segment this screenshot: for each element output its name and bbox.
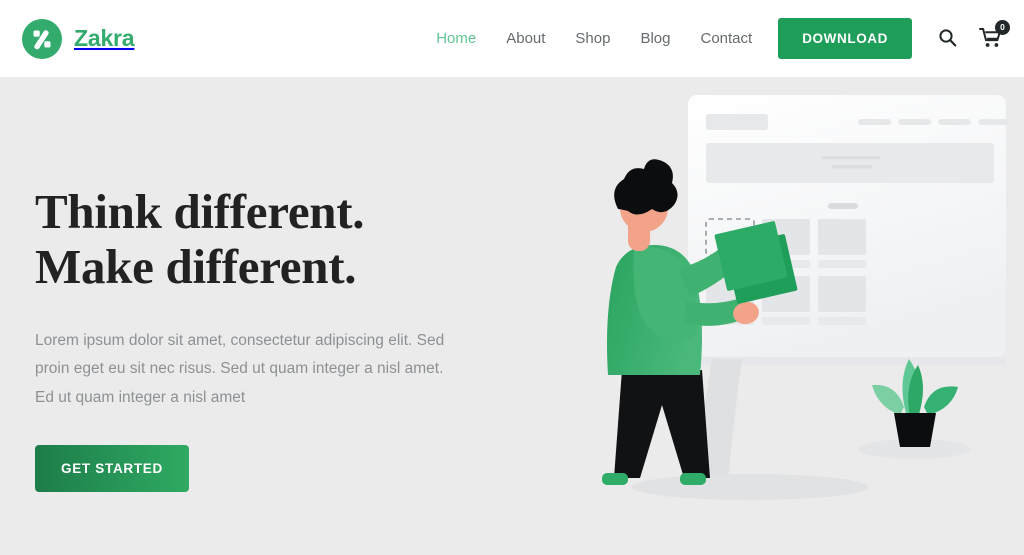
zakra-percent-logo-icon — [22, 18, 62, 59]
cart-count-badge: 0 — [995, 19, 1010, 35]
hero-illustration — [560, 77, 1024, 555]
hero-title-line-1: Think different. — [35, 184, 365, 239]
nav-item-about[interactable]: About — [506, 30, 545, 47]
nav-item-shop[interactable]: Shop — [575, 30, 610, 47]
nav-item-contact[interactable]: Contact — [701, 30, 753, 47]
nav-item-blog[interactable]: Blog — [640, 30, 670, 47]
page-root: Zakra Home About Shop Blog Contact DOWNL… — [0, 0, 1024, 555]
search-icon — [938, 28, 957, 50]
header-icon-group: 0 — [938, 19, 1010, 51]
nav-item-home[interactable]: Home — [436, 30, 476, 47]
search-button[interactable] — [938, 28, 957, 50]
hero-title: Think different. Make different. — [35, 184, 505, 295]
hero-copy: Think different. Make different. Lorem i… — [35, 184, 505, 492]
header-right-cluster: Home About Shop Blog Contact DOWNLOAD 0 — [436, 18, 1010, 59]
cart-button[interactable]: 0 — [979, 19, 1010, 51]
brand-name: Zakra — [74, 25, 135, 51]
get-started-button[interactable]: GET STARTED — [35, 444, 189, 492]
site-header: Zakra Home About Shop Blog Contact DOWNL… — [0, 0, 1024, 77]
hero-paragraph: Lorem ipsum dolor sit amet, consectetur … — [35, 331, 445, 407]
hero-section: Think different. Make different. Lorem i… — [0, 77, 1024, 555]
main-navigation: Home About Shop Blog Contact — [436, 30, 752, 47]
potted-plant — [858, 359, 970, 459]
download-button[interactable]: DOWNLOAD — [778, 18, 912, 59]
brand-logo-link[interactable]: Zakra — [22, 18, 135, 59]
hero-title-line-2: Make different. — [35, 238, 357, 294]
